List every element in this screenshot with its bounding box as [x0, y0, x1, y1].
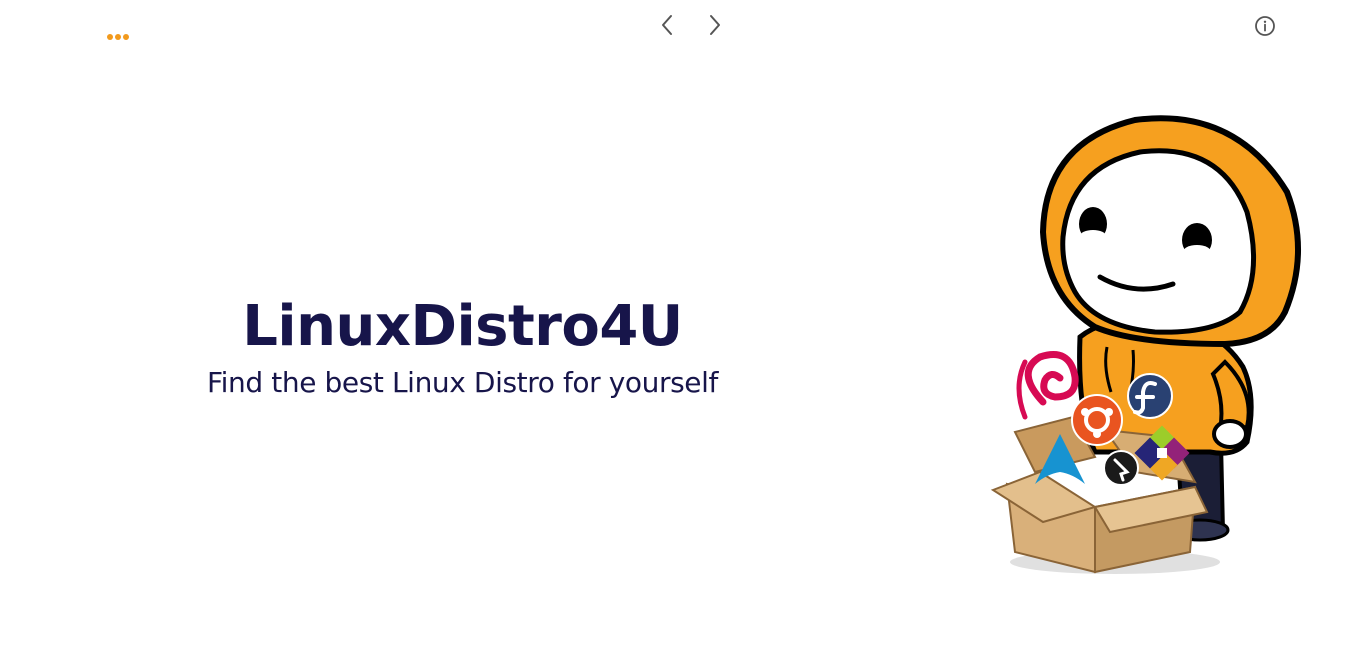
- fedora-logo: [1127, 373, 1173, 419]
- menu-dot: [107, 34, 113, 40]
- app-subtitle: Find the best Linux Distro for yourself: [207, 366, 718, 399]
- welcome-page: LinuxDistro4U Find the best Linux Distro…: [0, 0, 1366, 654]
- debian-logo: [1016, 351, 1079, 420]
- chevron-right-icon: [710, 15, 720, 35]
- ubuntu-logo: [1071, 394, 1123, 446]
- mascot-illustration: [990, 115, 1301, 574]
- app-title: LinuxDistro4U: [242, 294, 683, 359]
- info-button[interactable]: [1252, 13, 1278, 39]
- previous-button[interactable]: [652, 10, 682, 40]
- elementary-logo: [1103, 450, 1139, 486]
- menu-dot: [115, 34, 121, 40]
- chevron-left-icon: [662, 15, 672, 35]
- hero-section: LinuxDistro4U Find the best Linux Distro…: [150, 288, 775, 400]
- more-menu-button[interactable]: [100, 28, 136, 46]
- menu-dot: [123, 34, 129, 40]
- next-button[interactable]: [700, 10, 730, 40]
- info-circle-icon: [1255, 16, 1275, 36]
- mascot-head: [1039, 115, 1301, 348]
